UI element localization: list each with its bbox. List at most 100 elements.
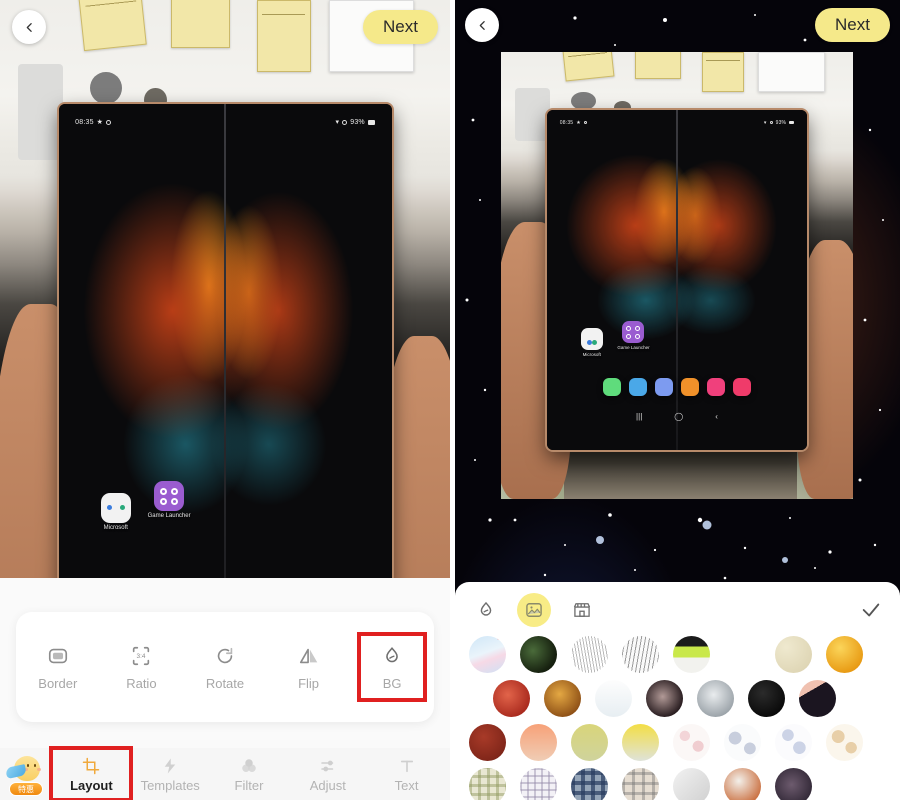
nav-item-text[interactable]: Text xyxy=(369,750,445,798)
desk-ticket xyxy=(171,0,230,48)
swatch-pink-spots[interactable] xyxy=(673,724,710,761)
tool-rotate[interactable]: Rotate xyxy=(194,636,256,698)
swatch-orange-fruit[interactable] xyxy=(826,636,863,673)
tool-border[interactable]: Border xyxy=(27,636,89,698)
lightning-icon xyxy=(161,756,179,776)
swatch-grey-marble[interactable] xyxy=(673,768,710,800)
bg-picker-tabs xyxy=(469,592,886,628)
swatch-glass-water[interactable] xyxy=(595,680,632,717)
back-icon: ‹ xyxy=(715,412,718,422)
nav-item-layout[interactable]: Layout xyxy=(49,746,134,800)
tool-label: Flip xyxy=(298,676,320,691)
star-icon: ★ xyxy=(576,119,581,126)
app-folder-microsoft: Microsoft xyxy=(92,493,140,531)
flip-icon xyxy=(298,643,320,669)
tool-label: Ratio xyxy=(126,676,157,691)
wifi-icon: ▾ xyxy=(763,119,767,126)
next-button[interactable]: Next xyxy=(363,10,438,44)
tool-ratio[interactable]: 3:4 Ratio xyxy=(110,636,172,698)
filter-circles-icon xyxy=(240,756,258,776)
swatch-beige-plaid[interactable] xyxy=(622,768,659,800)
swatch-yellow-gradient[interactable] xyxy=(622,724,659,761)
droplet-icon xyxy=(480,601,492,616)
tool-flip[interactable]: Flip xyxy=(278,636,340,698)
swatch-purple-blossom[interactable] xyxy=(775,768,812,800)
new-badge xyxy=(497,636,505,640)
background-picker-panel: 08:35 ★ ▾ 93% Microsoft Game Launcher ||… xyxy=(455,0,900,800)
swatch-neon-green-stripe[interactable] xyxy=(673,636,710,673)
swatch-raw-meat[interactable] xyxy=(493,680,530,717)
ratio-icon: 3:4 xyxy=(130,643,152,669)
microsoft-folder-icon xyxy=(580,327,603,350)
store-icon xyxy=(573,603,591,617)
swatch-olive-plaid[interactable] xyxy=(469,768,506,800)
nav-item-templates[interactable]: Templates xyxy=(132,750,208,798)
mascot-cheek xyxy=(37,768,41,771)
swatch-deep-red[interactable] xyxy=(469,724,506,761)
phone-device: 08:35 ★ ▾ 93% Microsoft xyxy=(546,110,808,450)
check-icon xyxy=(862,603,880,617)
desk-dot xyxy=(571,92,597,111)
image-tab[interactable] xyxy=(517,593,551,627)
swatch-dark-foliage[interactable] xyxy=(520,636,557,673)
swatch-paper-frame[interactable] xyxy=(724,636,761,673)
desk-object xyxy=(515,87,551,142)
tool-label: Border xyxy=(38,676,78,691)
tool-label: BG xyxy=(382,676,402,691)
contacts-app-icon xyxy=(680,378,699,397)
next-button[interactable]: Next xyxy=(815,8,890,42)
chevron-left-icon xyxy=(479,20,485,30)
swatch-peach-gradient[interactable] xyxy=(520,724,557,761)
swatch-full-moon[interactable] xyxy=(697,680,734,717)
desk-ticket xyxy=(634,52,681,79)
desk-object xyxy=(18,64,63,160)
swatch-pencil-sketch-2[interactable] xyxy=(622,636,659,673)
nav-label: Filter xyxy=(234,777,264,793)
new-badge xyxy=(548,636,556,640)
back-button[interactable] xyxy=(465,8,499,42)
swatch-fried-food[interactable] xyxy=(544,680,581,717)
tool-bg[interactable]: BG xyxy=(357,632,428,702)
back-button[interactable] xyxy=(12,10,46,44)
swatch-lilac-plaid[interactable] xyxy=(520,768,557,800)
swatch-sky-rainbow[interactable] xyxy=(469,636,506,673)
swatch-blue-spots[interactable] xyxy=(775,724,812,761)
preview-photo-inset: 08:35 ★ ▾ 93% Microsoft Game Launcher ||… xyxy=(501,52,853,499)
swatch-beige-spots[interactable] xyxy=(826,724,863,761)
app-folder-microsoft: Microsoft xyxy=(573,327,611,357)
blur-tab[interactable] xyxy=(469,593,503,627)
bottom-nav: 特惠 Layout Templates Filter Adjust Text xyxy=(0,746,450,800)
swatch-saturn-planet[interactable] xyxy=(799,680,836,717)
swatch-deep-space-nebula[interactable] xyxy=(646,680,683,717)
nav-item-filter[interactable]: Filter xyxy=(211,750,287,798)
alarm-icon xyxy=(106,119,112,125)
app-label: Game Launcher xyxy=(147,512,191,519)
app-label: Game Launcher xyxy=(617,344,650,350)
layout-editor-panel: 08:35 ★ ▾ 93% Microsoft Game Launcher Ne… xyxy=(0,0,450,800)
browser-app-icon xyxy=(654,378,673,397)
sliders-icon xyxy=(319,756,337,776)
confirm-button[interactable] xyxy=(856,595,886,625)
composited-photo[interactable]: 08:35 ★ ▾ 93% Microsoft Game Launcher ||… xyxy=(501,52,853,499)
desk-ticket xyxy=(78,0,147,52)
mute-icon xyxy=(769,121,773,125)
app-folder-game-launcher: Game Launcher xyxy=(614,320,652,350)
promo-mascot[interactable]: 特惠 xyxy=(0,748,52,800)
store-tab[interactable] xyxy=(565,593,599,627)
battery-icon xyxy=(367,119,375,125)
swatch-pencil-sketch-1[interactable] xyxy=(571,636,608,673)
desk-ticket xyxy=(256,0,311,72)
swatch-olive-gradient[interactable] xyxy=(571,724,608,761)
swatch-grey-spots[interactable] xyxy=(724,724,761,761)
alarm-icon xyxy=(583,121,587,125)
star-icon: ★ xyxy=(96,119,104,127)
mascot-eye xyxy=(34,764,36,767)
battery-icon xyxy=(789,121,795,125)
nav-item-adjust[interactable]: Adjust xyxy=(290,750,366,798)
swatch-mars-planet[interactable] xyxy=(724,768,761,800)
swatch-sand-texture[interactable] xyxy=(775,636,812,673)
phone-status-bar: 08:35 ★ ▾ 93% xyxy=(547,117,807,129)
mascot-badge: 特惠 xyxy=(9,782,43,796)
swatch-navy-plaid[interactable] xyxy=(571,768,608,800)
swatch-black-glitter[interactable] xyxy=(748,680,785,717)
